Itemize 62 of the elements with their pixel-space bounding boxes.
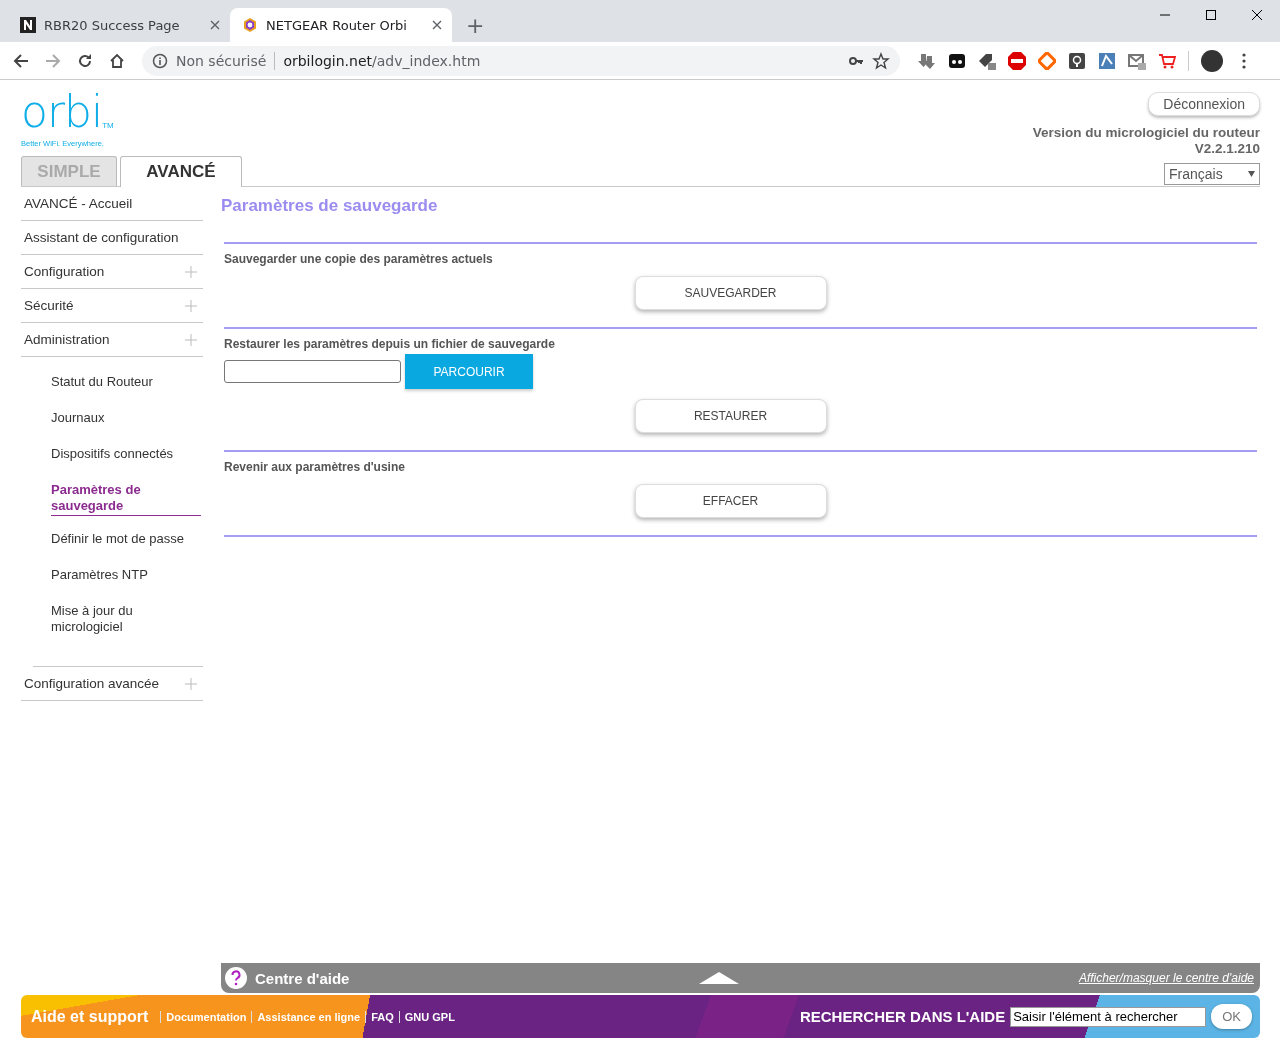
footer-link[interactable]: GNU GPL: [398, 1010, 460, 1023]
help-icon[interactable]: [225, 967, 247, 989]
mask-icon[interactable]: [948, 51, 966, 70]
browser-tab[interactable]: NETGEAR Router Orbi: [230, 8, 452, 42]
search-field[interactable]: Saisir l'élément à rechercher: [1010, 1006, 1207, 1027]
download-arrows-icon[interactable]: [918, 51, 936, 70]
sidebar-subitem[interactable]: Statut du Routeur: [51, 369, 201, 395]
sidebar-item[interactable]: Sécurité: [21, 289, 203, 323]
new-tab-button[interactable]: +: [462, 13, 489, 38]
sidebar-subitem[interactable]: Dispositifs connectés: [51, 441, 201, 467]
home-icon[interactable]: [109, 52, 125, 69]
letter-logo-icon: [20, 17, 36, 33]
search-label: RECHERCHER DANS L'AIDE: [799, 1008, 1006, 1025]
diamond-icon[interactable]: [1038, 51, 1056, 70]
reload-icon[interactable]: [77, 52, 93, 69]
info-icon[interactable]: [152, 52, 168, 69]
dropdown-arrow-icon: [1248, 171, 1255, 177]
sidebar-item[interactable]: AVANCÉ - Accueil: [21, 187, 203, 221]
address-url[interactable]: orbilogin.net/adv_index.htm: [283, 52, 481, 69]
adblock-icon[interactable]: [1008, 51, 1026, 70]
section-label: Restaurer les paramètres depuis un fichier de sauvegarde: [224, 337, 556, 351]
sidebar-item[interactable]: Configuration avancée: [21, 667, 203, 701]
section-label: Sauvegarder une copie des paramètres actuels: [224, 252, 494, 266]
sidebar-subitem[interactable]: Paramètres de sauvegarde: [51, 477, 201, 516]
lightbulb-icon[interactable]: [1068, 51, 1086, 70]
sidebar-subitem[interactable]: Paramètres NTP: [51, 562, 201, 588]
sidebar-subitem[interactable]: Mise à jour du micrologiciel: [51, 598, 201, 640]
expand-triangle-icon[interactable]: [699, 972, 740, 984]
action-button[interactable]: RESTAURER: [634, 399, 827, 433]
page-title: Paramètres de sauvegarde: [221, 196, 439, 216]
sidebar-item[interactable]: Configuration: [21, 255, 203, 289]
logout-button[interactable]: Déconnexion: [1148, 92, 1260, 116]
back-arrow-icon[interactable]: [13, 52, 29, 69]
hexagon-logo-icon: [242, 17, 258, 33]
star-icon[interactable]: [872, 51, 890, 70]
firmware-version: Version du micrologiciel du routeur V2.2.1.210: [1032, 125, 1260, 157]
security-label: Non sécurisé: [176, 52, 267, 69]
sidebar-item[interactable]: Administration: [21, 323, 203, 357]
trademark-mark: TM: [102, 121, 114, 130]
footer-title: Aide et support: [31, 1007, 149, 1026]
chart-square-icon[interactable]: [1098, 51, 1116, 70]
language-dropdown[interactable]: Français: [1164, 163, 1260, 185]
help-center-title: Centre d'aide: [255, 969, 350, 987]
sidebar-item[interactable]: Assistant de configuration: [21, 221, 203, 255]
close-icon[interactable]: [210, 20, 220, 30]
browser-tab[interactable]: RBR20 Success Page: [8, 8, 230, 42]
close-icon[interactable]: [432, 20, 442, 30]
action-button[interactable]: SAUVEGARDER: [634, 276, 827, 310]
file-path-field[interactable]: [224, 360, 401, 383]
footer-link[interactable]: FAQ: [365, 1010, 399, 1023]
logo-wordmark: orbi: [21, 92, 103, 132]
sidebar-subitem[interactable]: Définir le mot de passe: [51, 526, 201, 552]
avatar-icon[interactable]: [1201, 49, 1223, 72]
cart-icon[interactable]: [1158, 51, 1176, 70]
mode-tab[interactable]: AVANCÉ: [120, 156, 242, 187]
toggle-help-link[interactable]: Afficher/masquer le centre d'aide: [1078, 971, 1254, 985]
action-button[interactable]: EFFACER: [634, 484, 827, 518]
ok-button[interactable]: OK: [1211, 1004, 1252, 1029]
tag-icon[interactable]: [978, 51, 996, 70]
section-label: Revenir aux paramètres d'usine: [224, 460, 406, 474]
sidebar-subitem[interactable]: Journaux: [51, 405, 201, 431]
mail-icon[interactable]: [1128, 51, 1146, 70]
